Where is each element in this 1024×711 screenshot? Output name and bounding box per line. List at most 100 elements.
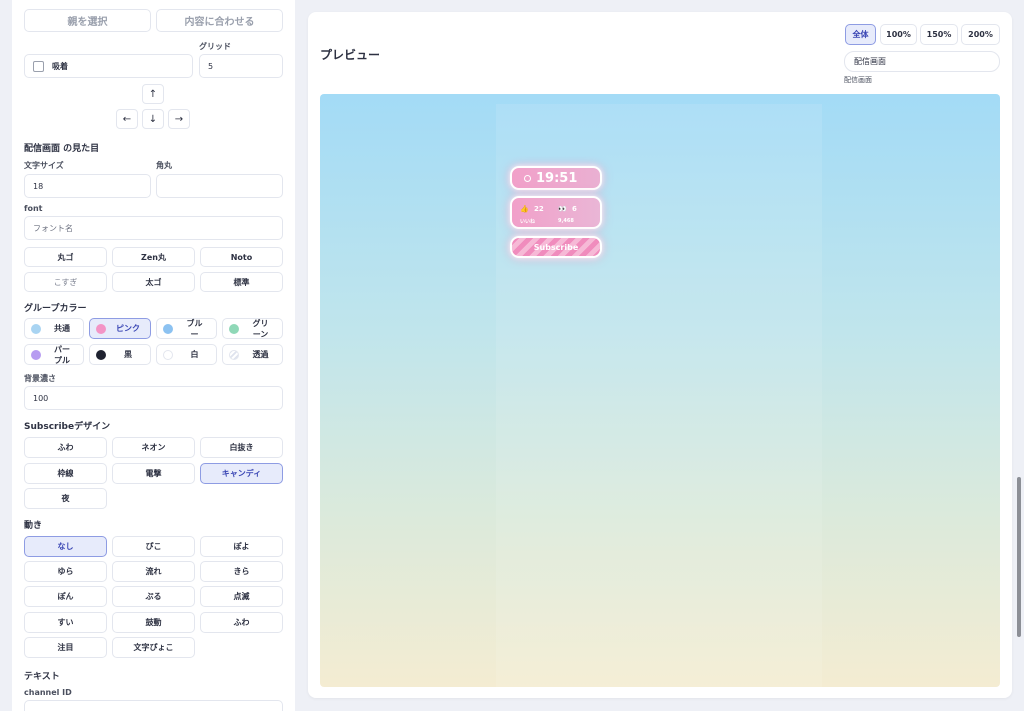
- subscribe-design-fuwa[interactable]: ふわ: [24, 437, 107, 458]
- viewers-icon: 👀: [558, 205, 567, 213]
- color-pink-button[interactable]: ピンク: [89, 318, 151, 339]
- color-purple-button[interactable]: パープル: [24, 344, 84, 365]
- motion-blink[interactable]: 点滅: [200, 586, 283, 607]
- subscribe-label: Subscribe: [533, 242, 579, 252]
- channel-id-label: channel ID: [24, 688, 72, 697]
- bg-opacity-label: 背景濃さ: [24, 374, 56, 383]
- group-color-section-title: グループカラー: [24, 304, 87, 314]
- clock-widget[interactable]: 19:51: [510, 166, 602, 190]
- stats-widget[interactable]: 👍 22 👀 6 いいね 9,468: [510, 196, 602, 229]
- preview-panel: プレビュー 全体 100% 150% 200% 配信画面 配信画面 19:51 …: [308, 12, 1012, 698]
- subscribe-design-night[interactable]: 夜: [24, 488, 107, 509]
- subscribe-design-candy[interactable]: キャンディ: [200, 463, 283, 484]
- font-preset-zen-maru[interactable]: Zen丸: [112, 247, 195, 267]
- motion-piko[interactable]: ぴこ: [112, 536, 195, 557]
- subscribe-widget[interactable]: Subscribe: [510, 236, 602, 258]
- color-green-button[interactable]: グリーン: [222, 318, 283, 339]
- color-label: ブルー: [186, 318, 203, 339]
- grid-input[interactable]: 5: [199, 54, 283, 78]
- font-preset-noto[interactable]: Noto: [200, 247, 283, 267]
- thumb-icon: 👍: [520, 205, 529, 213]
- motion-sui[interactable]: すい: [24, 612, 107, 633]
- color-label: ピンク: [116, 324, 140, 333]
- color-label: 黒: [124, 350, 132, 359]
- corner-input[interactable]: [156, 174, 283, 198]
- font-size-label: 文字サイズ: [24, 161, 64, 170]
- clock-icon: [524, 174, 531, 182]
- color-label: 白: [190, 350, 199, 359]
- channel-id-input[interactable]: [24, 700, 283, 711]
- motion-poyo[interactable]: ぽよ: [200, 536, 283, 557]
- corner-label: 角丸: [156, 161, 172, 170]
- fit-content-button[interactable]: 内容に合わせる: [156, 9, 283, 32]
- subscribe-design-electric[interactable]: 電撃: [112, 463, 195, 484]
- likes-caption: いいね: [520, 219, 536, 225]
- snap-checkbox[interactable]: [33, 60, 44, 72]
- likes-count: 22: [534, 205, 544, 213]
- color-swatch: [229, 349, 239, 360]
- color-blue-button[interactable]: ブルー: [156, 318, 217, 339]
- snap-label: 吸着: [52, 61, 68, 71]
- motion-puru[interactable]: ぷる: [112, 586, 195, 607]
- snap-toggle[interactable]: 吸着: [24, 54, 193, 78]
- color-label: 共通: [54, 324, 70, 333]
- color-transparent-button[interactable]: 透過: [222, 344, 283, 365]
- subscribe-design-outline-white[interactable]: 白抜き: [200, 437, 283, 458]
- color-swatch: [163, 349, 173, 360]
- zoom-fit-button[interactable]: 全体: [845, 24, 876, 45]
- font-preset-kosugi[interactable]: こすぎ: [24, 272, 107, 292]
- color-swatch: [31, 349, 41, 360]
- move-down-button[interactable]: ↓: [142, 109, 164, 129]
- scene-select[interactable]: 配信画面: [844, 51, 1000, 72]
- font-preset-standard[interactable]: 標準: [200, 272, 283, 292]
- viewers-count: 6: [572, 205, 577, 213]
- color-common-button[interactable]: 共通: [24, 318, 84, 339]
- zoom-100-button[interactable]: 100%: [880, 24, 917, 45]
- motion-letter-hop[interactable]: 文字ぴょこ: [112, 637, 195, 658]
- motion-attention[interactable]: 注目: [24, 637, 107, 658]
- move-left-button[interactable]: ←: [116, 109, 138, 129]
- move-up-button[interactable]: ↑: [142, 84, 164, 104]
- zoom-150-button[interactable]: 150%: [920, 24, 958, 45]
- color-black-button[interactable]: 黒: [89, 344, 151, 365]
- font-input[interactable]: フォント名: [24, 216, 283, 240]
- color-swatch: [96, 349, 106, 360]
- color-label: パープル: [54, 344, 70, 365]
- color-swatch: [31, 323, 41, 334]
- motion-pon[interactable]: ぽん: [24, 586, 107, 607]
- motion-kira[interactable]: きら: [200, 561, 283, 582]
- preview-canvas[interactable]: 19:51 👍 22 👀 6 いいね 9,468 Subscribe: [320, 94, 1000, 687]
- select-parent-button[interactable]: 親を選択: [24, 9, 151, 32]
- font-label: font: [24, 204, 43, 213]
- motion-yura[interactable]: ゆら: [24, 561, 107, 582]
- color-swatch: [163, 323, 173, 334]
- color-label: 透過: [252, 350, 269, 359]
- scene-caption: 配信画面: [844, 76, 872, 84]
- page-scrollbar[interactable]: [1017, 477, 1021, 637]
- motion-fuwa[interactable]: ふわ: [200, 612, 283, 633]
- motion-section-title: 動き: [24, 521, 43, 531]
- subscribe-design-section-title: Subscribeデザイン: [24, 422, 111, 432]
- subscribe-design-neon[interactable]: ネオン: [112, 437, 195, 458]
- text-section-title: テキスト: [24, 672, 60, 682]
- clock-time: 19:51: [536, 170, 578, 186]
- subscribe-design-border[interactable]: 枠線: [24, 463, 107, 484]
- motion-heartbeat[interactable]: 鼓動: [112, 612, 195, 633]
- color-label: グリーン: [252, 318, 269, 339]
- color-swatch: [96, 323, 106, 334]
- font-preset-futo-go[interactable]: 太ゴ: [112, 272, 195, 292]
- grid-label: グリッド: [199, 42, 231, 51]
- motion-flow[interactable]: 流れ: [112, 561, 195, 582]
- stream-frame: [496, 104, 822, 687]
- bg-opacity-input[interactable]: 100: [24, 386, 283, 410]
- settings-panel: 親を選択 内容に合わせる グリッド 吸着 5 ↑ ← ↓ → 配信画面 の見た目…: [12, 0, 295, 711]
- appearance-section-title: 配信画面 の見た目: [24, 144, 100, 154]
- font-size-input[interactable]: 18: [24, 174, 151, 198]
- color-swatch: [229, 323, 239, 334]
- font-preset-maru-go[interactable]: 丸ゴ: [24, 247, 107, 267]
- preview-title: プレビュー: [320, 48, 381, 62]
- motion-none[interactable]: なし: [24, 536, 107, 557]
- move-right-button[interactable]: →: [168, 109, 190, 129]
- color-white-button[interactable]: 白: [156, 344, 217, 365]
- zoom-200-button[interactable]: 200%: [961, 24, 1000, 45]
